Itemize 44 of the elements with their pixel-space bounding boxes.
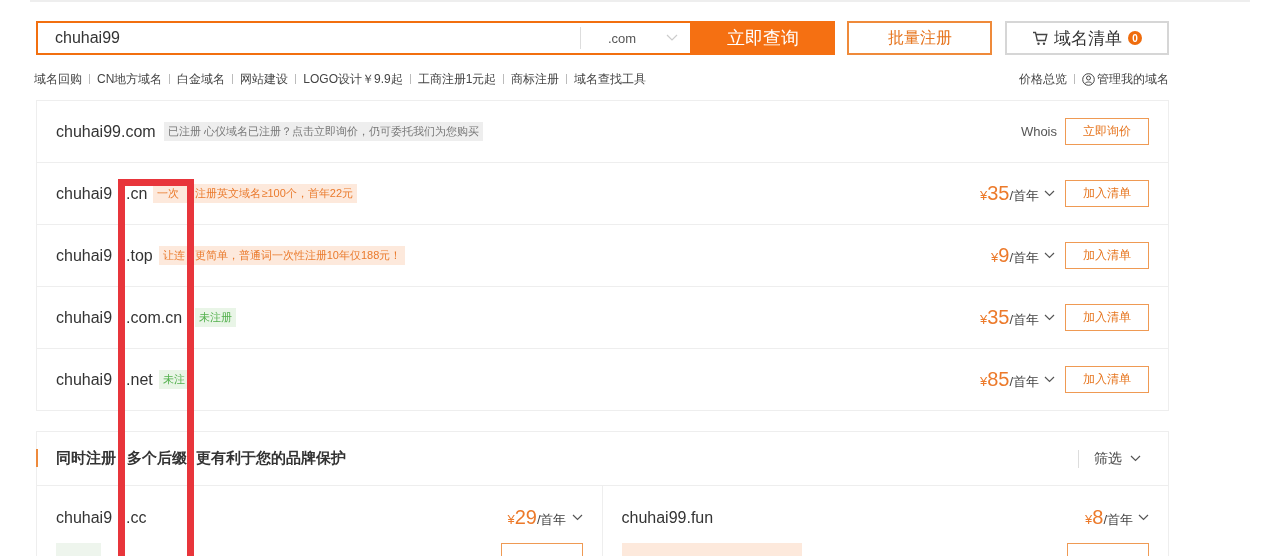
domain-name: chuhai9 .com.cn (56, 308, 183, 327)
price: ¥35/首年 (979, 182, 1039, 205)
domain-name: chuhai9 .cn (56, 184, 148, 203)
count-badge: 0 (1128, 31, 1142, 45)
price: ¥29/首年 (507, 506, 567, 529)
nav-link[interactable]: 商标注册 (511, 70, 560, 88)
whois-link[interactable]: Whois (1020, 124, 1057, 139)
nav-link[interactable]: 白金域名 (177, 70, 226, 88)
nav-link[interactable]: 域名回购 (34, 70, 82, 88)
status-tag: 未注册 (195, 308, 237, 327)
chevron-down-icon[interactable] (1044, 190, 1055, 197)
price: ¥85/首年 (979, 368, 1039, 391)
status-tag: 已注册 心仪域名已注册？点击立即询价，仍可委托我们为您购买 (163, 122, 483, 141)
chevron-down-icon[interactable] (1044, 376, 1055, 383)
nav-link[interactable]: CN地方域名 (97, 70, 163, 88)
cart-icon (1032, 30, 1048, 46)
domain-name: chuhai9 .top (56, 246, 153, 265)
chevron-down-icon[interactable] (1138, 514, 1149, 521)
price: ¥9/首年 (991, 244, 1039, 267)
status-tag: 让连 更简单，普通词一次性注册10年仅188元！ (158, 246, 406, 265)
price: ¥8/首年 (1085, 506, 1133, 529)
nav-link[interactable]: 域名查找工具 (574, 70, 647, 88)
domain-name: chuhai99.fun (621, 508, 714, 527)
chevron-down-icon (666, 34, 678, 42)
chevron-down-icon[interactable] (571, 514, 583, 521)
section-title: 同时注册 多个后缀 更有利于您的品牌保护 (56, 449, 346, 468)
filter-dropdown[interactable]: 筛选 (1078, 449, 1141, 468)
nav-link[interactable]: 价格总览 (1019, 70, 1067, 88)
domain-name: chuhai9 .net (56, 370, 153, 389)
price: ¥35/首年 (979, 306, 1039, 329)
chevron-down-icon (1130, 455, 1141, 462)
domain-name: chuhai9 .cc (56, 508, 147, 527)
status-tag: 一次 注册英文域名≥100个，首年22元 (153, 184, 358, 203)
nav-link[interactable]: LOGO设计￥9.9起 (303, 70, 403, 88)
nav-link[interactable]: 网站建设 (240, 70, 289, 88)
status-tag: 未注 (158, 370, 189, 389)
chevron-down-icon[interactable] (1044, 314, 1055, 321)
chevron-down-icon[interactable] (1044, 252, 1055, 259)
domain-list-button[interactable]: 域名清单 0 (1005, 21, 1169, 55)
domain-name: chuhai99.com (56, 122, 156, 141)
nav-link[interactable]: 工商注册1元起 (417, 70, 497, 88)
nav-link[interactable]: 管理我的域名 (1097, 70, 1169, 88)
user-icon (1082, 72, 1095, 86)
search-field[interactable]: chuhai99 (36, 21, 580, 55)
